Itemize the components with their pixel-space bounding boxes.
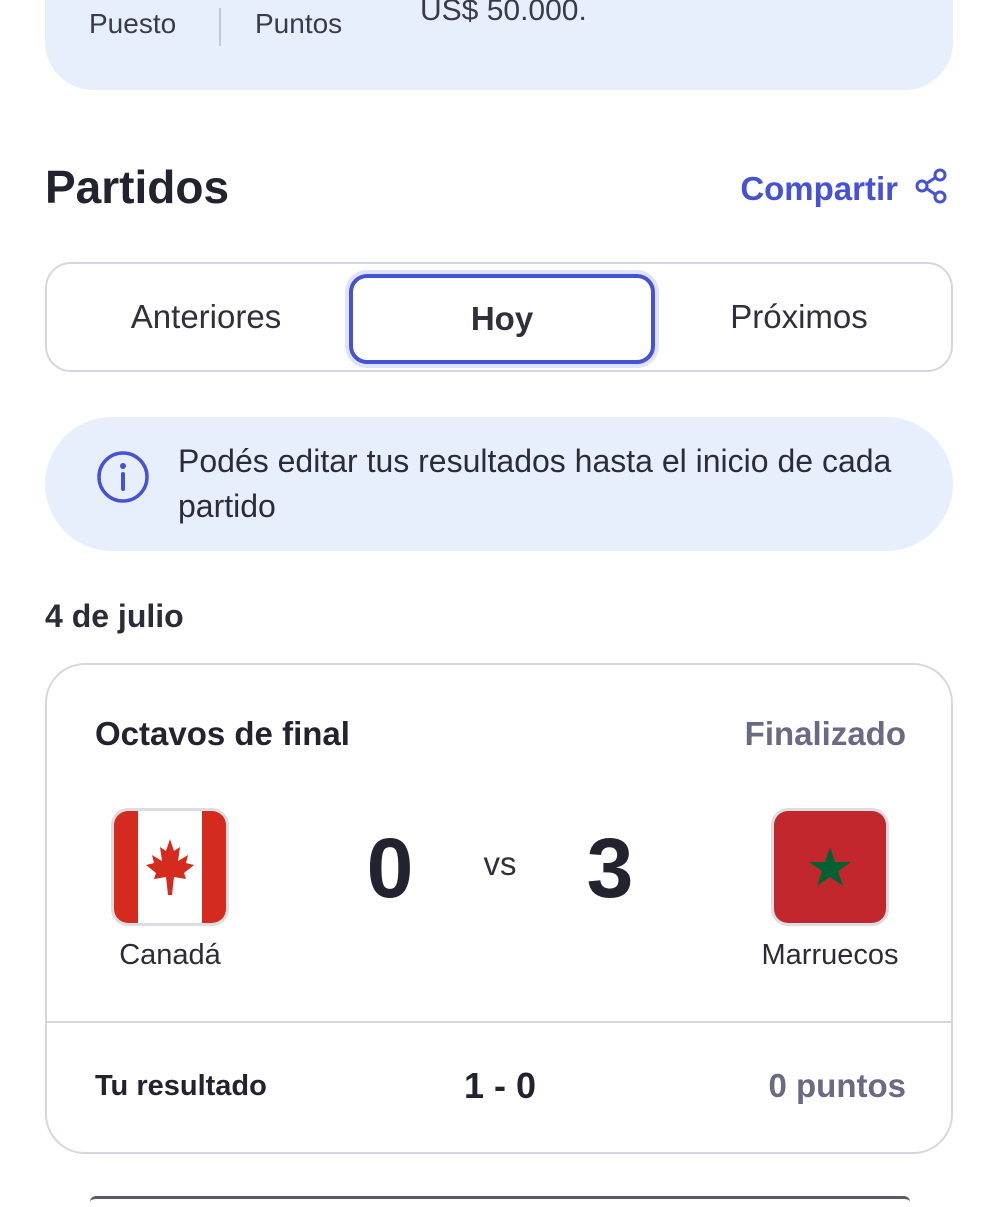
ranking-card: Puesto Puntos US$ 50.000. — [45, 0, 953, 90]
morocco-flag-icon — [774, 811, 886, 923]
info-banner: Podés editar tus resultados hasta el ini… — [45, 417, 953, 551]
match-card[interactable]: Octavos de final Finalizado Canadá 0 vs … — [45, 663, 953, 1154]
prediction-label: Tu resultado — [95, 1070, 267, 1102]
vs-label: vs — [483, 845, 517, 882]
page-title: Partidos — [45, 161, 230, 213]
next-card-edge — [90, 1196, 910, 1207]
points-label: Puntos — [255, 8, 343, 39]
position-label: Puesto — [89, 8, 177, 39]
match-tabs: Anteriores Hoy Próximos — [45, 262, 953, 372]
match-status: Finalizado — [744, 715, 906, 752]
away-team-name: Marruecos — [761, 939, 899, 971]
share-icon — [914, 168, 950, 209]
tab-anteriores[interactable]: Anteriores — [47, 264, 365, 370]
match-stage: Octavos de final — [95, 715, 350, 752]
prediction-score: 1 - 0 — [463, 1065, 537, 1106]
share-button[interactable]: Compartir — [740, 168, 950, 209]
info-icon — [95, 449, 151, 510]
date-heading: 4 de julio — [45, 598, 184, 634]
prediction-points: 0 puntos — [768, 1067, 907, 1104]
stats-divider — [219, 8, 221, 46]
prize-text: US$ 50.000. — [420, 0, 587, 27]
away-score: 3 — [586, 821, 634, 915]
canada-flag-icon — [114, 811, 226, 923]
home-team-name: Canadá — [119, 939, 221, 971]
share-label: Compartir — [740, 169, 898, 207]
card-divider — [47, 1021, 951, 1023]
tab-hoy[interactable]: Hoy — [349, 274, 655, 364]
info-text: Podés editar tus resultados hasta el ini… — [178, 443, 892, 524]
tab-proximos[interactable]: Próximos — [657, 264, 941, 370]
home-score: 0 — [366, 821, 414, 915]
